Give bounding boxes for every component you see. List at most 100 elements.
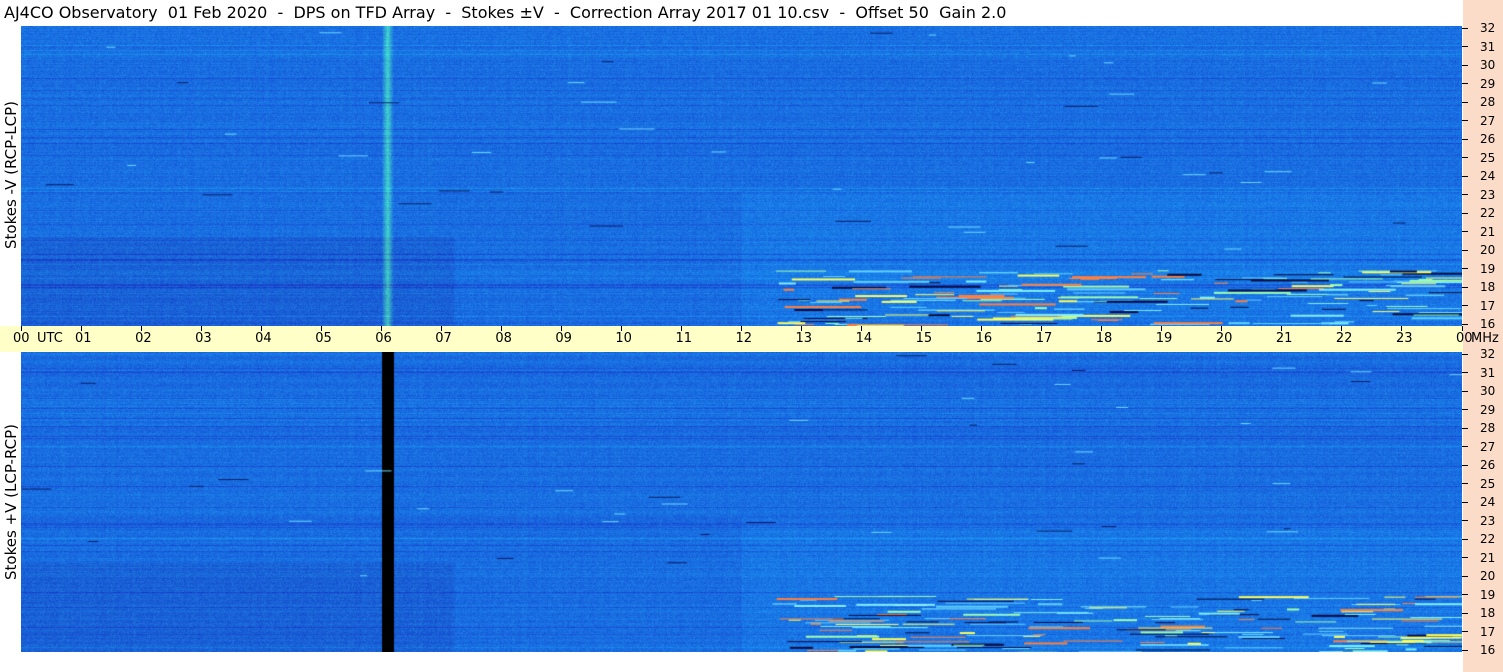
time-tick-label: 19 [1155,331,1173,346]
frequency-tick-label: 23 [1480,187,1496,202]
frequency-tick-mark [1462,353,1468,355]
frequency-tick-mark [1462,305,1468,306]
frequency-tick-mark [1462,557,1468,558]
time-tick-label: 01 [75,331,92,346]
frequency-tick-label: 32 [1480,347,1496,361]
time-tick-label: 18 [1095,331,1113,346]
frequency-tick-label: 32 [1480,21,1496,35]
frequency-tick-label: 28 [1480,421,1496,435]
time-axis-band: 00 01 02 03 04 05 06 07 08 09 10 11 12 13 14 15 16 17 18 19… [0,326,1499,352]
frequency-tick-label: 19 [1480,261,1496,276]
top-panel-ylabel: Stokes -V (RCP-LCP) [2,101,20,249]
frequency-tick-label: 24 [1480,495,1496,509]
frequency-tick-label: 27 [1480,439,1496,454]
bottom-panel-ylabel: Stokes +V (LCP-RCP) [2,424,20,580]
time-tick-label: 22 [1335,331,1353,346]
time-tick-label: 03 [195,331,212,346]
frequency-tick-label: 25 [1480,476,1496,491]
frequency-tick-mark [1462,631,1468,632]
spectrogram-bottom-panel [21,352,1462,652]
frequency-tick-label: 17 [1480,298,1496,313]
bottom-border [0,652,1463,672]
frequency-tick-label: 23 [1480,513,1496,528]
frequency-tick-mark [1462,483,1468,484]
frequency-tick-label: 22 [1480,532,1496,546]
frequency-tick-mark [1462,231,1468,232]
frequency-tick-label: 17 [1480,624,1496,639]
frequency-tick-mark [1462,249,1468,251]
frequency-tick-mark [1462,575,1468,577]
frequency-tick-mark [1462,390,1468,392]
time-tick-label: 11 [675,331,692,346]
time-tick-label: 13 [795,331,813,346]
frequency-tick-label: 26 [1480,132,1496,146]
time-tick-label: 17 [1035,331,1053,346]
frequency-tick-mark [1462,323,1468,325]
time-tick-label: 02 [135,331,152,346]
time-tick-label: 23 [1395,331,1413,346]
time-tick-label: 16 [975,331,993,346]
frequency-tick-mark [1462,27,1468,29]
time-tick-label: 04 [255,331,272,346]
time-tick-label: 05 [315,331,332,346]
frequency-tick-label: 26 [1480,458,1496,472]
frequency-tick-label: 21 [1480,550,1496,565]
time-tick-label: 10 [615,331,632,346]
time-tick-label: 21 [1275,331,1293,346]
frequency-tick-mark [1462,520,1468,521]
frequency-tick-label: 29 [1480,402,1496,417]
spectrogram-top-panel [21,26,1462,326]
frequency-tick-mark [1462,372,1468,373]
frequency-tick-mark [1462,594,1468,595]
frequency-tick-label: 31 [1480,39,1496,54]
time-tick-label: 14 [855,331,873,346]
frequency-tick-mark [1462,268,1468,269]
frequency-tick-mark [1462,120,1468,121]
frequency-tick-mark [1462,286,1468,288]
frequency-tick-mark [1462,612,1468,614]
frequency-tick-mark [1462,64,1468,66]
frequency-tick-label: 28 [1480,95,1496,109]
time-tick-label: 15 [915,331,933,346]
frequency-tick-mark [1462,427,1468,429]
frequency-tick-label: 16 [1480,317,1496,331]
frequency-tick-mark [1462,409,1468,410]
frequency-tick-label: 27 [1480,113,1496,128]
frequency-tick-label: 18 [1480,280,1496,294]
frequency-tick-label: 16 [1480,643,1496,657]
frequency-unit-label: MHz [1471,331,1499,346]
frequency-tick-mark [1462,501,1468,503]
frequency-tick-label: 19 [1480,587,1496,602]
time-unit-label: UTC [37,331,63,346]
frequency-tick-mark [1462,175,1468,177]
frequency-tick-mark [1462,46,1468,47]
frequency-tick-label: 20 [1480,569,1496,583]
frequency-tick-label: 18 [1480,606,1496,620]
frequency-tick-mark [1462,212,1468,214]
frequency-tick-label: 22 [1480,206,1496,220]
frequency-tick-label: 31 [1480,365,1496,380]
time-tick-label: 06 [375,331,392,346]
frequency-tick-label: 25 [1480,150,1496,165]
time-tick-label: 09 [555,331,572,346]
frequency-tick-label: 20 [1480,243,1496,257]
frequency-tick-label: 24 [1480,169,1496,183]
chart-title: AJ4CO Observatory 01 Feb 2020 - DPS on T… [4,3,1007,22]
time-tick-label: 20 [1215,331,1233,346]
frequency-tick-mark [1462,83,1468,84]
time-tick-label: 07 [435,331,452,346]
frequency-tick-mark [1462,649,1468,651]
frequency-tick-label: 30 [1480,58,1496,72]
time-tick-label: 12 [735,331,753,346]
frequency-tick-mark [1462,101,1468,103]
frequency-tick-mark [1462,446,1468,447]
time-tick-label: 08 [495,331,512,346]
frequency-tick-mark [1462,157,1468,158]
frequency-tick-mark [1462,538,1468,540]
frequency-tick-mark [1462,464,1468,466]
time-tick-label: 00 [13,331,30,346]
frequency-tick-label: 29 [1480,76,1496,91]
frequency-tick-mark [1462,138,1468,140]
frequency-tick-label: 30 [1480,384,1496,398]
frequency-tick-mark [1462,194,1468,195]
